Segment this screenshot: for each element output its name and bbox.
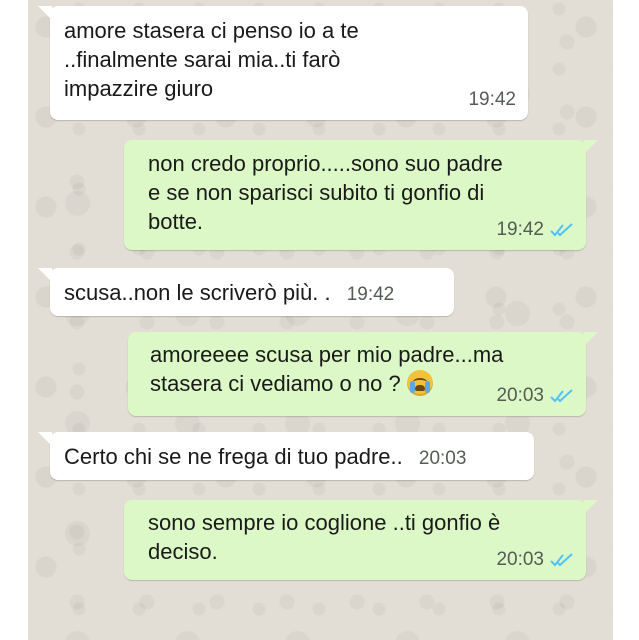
message-bubble-outgoing[interactable]: sono sempre io coglione ..ti gonfio è de… bbox=[124, 500, 598, 580]
message-text: Certo chi se ne frega di tuo padre.. bbox=[64, 444, 403, 469]
message-meta: 19:42 bbox=[496, 215, 574, 244]
message-text: stasera ci vediamo o no ? bbox=[150, 371, 401, 396]
double-check-icon bbox=[550, 388, 573, 402]
double-check-icon bbox=[550, 222, 573, 236]
message-timestamp: 20:03 bbox=[418, 448, 467, 469]
double-check-icon bbox=[550, 552, 573, 566]
message-bubble-incoming[interactable]: scusa..non le scriverò più. . 19:42 bbox=[38, 268, 454, 316]
message-bubble-incoming[interactable]: amore stasera ci penso io a te ..finalme… bbox=[38, 6, 528, 120]
message-meta: 19:42 bbox=[468, 85, 516, 114]
message-timestamp: 20:03 bbox=[496, 385, 544, 406]
message-text: scusa..non le scriverò più. . bbox=[64, 280, 331, 305]
message-timestamp: 20:03 bbox=[496, 549, 544, 570]
message-text-line: amoreeee scusa per mio padre...ma bbox=[150, 342, 504, 367]
crying-face-emoji-icon bbox=[406, 370, 433, 396]
message-meta: 20:03 bbox=[496, 545, 574, 574]
message-timestamp: 19:42 bbox=[468, 89, 516, 110]
message-text: amore stasera ci penso io a te ..finalme… bbox=[64, 18, 359, 101]
message-bubble-outgoing[interactable]: amoreeee scusa per mio padre...ma staser… bbox=[128, 332, 598, 416]
message-timestamp: 19:42 bbox=[346, 284, 395, 305]
message-bubble-outgoing[interactable]: non credo proprio.....sono suo padre e s… bbox=[124, 140, 598, 250]
message-meta: 20:03 bbox=[496, 381, 574, 410]
screenshot-frame: amore stasera ci penso io a te ..finalme… bbox=[0, 0, 639, 640]
message-bubble-incoming[interactable]: Certo chi se ne frega di tuo padre.. 20:… bbox=[38, 432, 534, 480]
chat-conversation-area[interactable]: amore stasera ci penso io a te ..finalme… bbox=[28, 0, 613, 640]
message-timestamp: 19:42 bbox=[496, 219, 544, 240]
